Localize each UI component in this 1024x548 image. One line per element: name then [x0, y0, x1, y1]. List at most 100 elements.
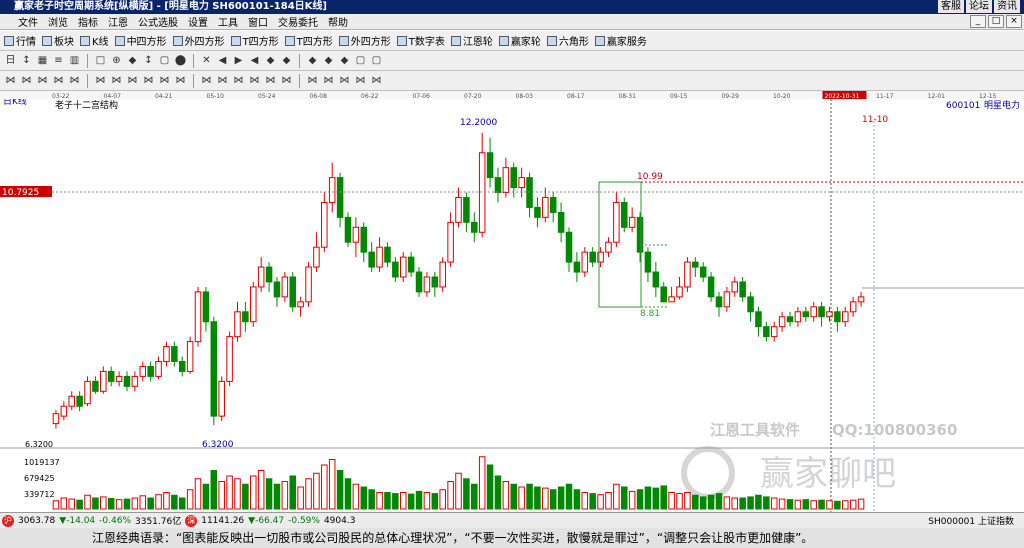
minimize-button[interactable]: _ [970, 15, 986, 28]
watermark-site: 赢家聊吧 [760, 454, 896, 494]
tool-button-icon[interactable]: ⬤ [174, 54, 187, 67]
tool-button-icon[interactable]: ⋈ [322, 74, 335, 87]
toolbar1-item[interactable]: 外四方形 [338, 33, 391, 48]
tool-button-icon[interactable]: ▦ [36, 54, 49, 67]
candle-body [770, 326, 778, 338]
stock-code: 600101 [946, 101, 980, 111]
volume-bar [763, 496, 770, 510]
volume-bar [557, 486, 565, 510]
tool-button-icon[interactable]: ⋈ [126, 74, 139, 87]
tool-button-icon[interactable]: ⋈ [20, 74, 33, 87]
tool-button-icon[interactable]: ⋈ [216, 74, 229, 87]
tool-button-icon[interactable]: 日 [4, 54, 17, 67]
toolbar1-item[interactable]: 板块 [42, 33, 74, 48]
forum-button[interactable]: 论坛 [966, 0, 992, 13]
maximize-button[interactable]: □ [988, 15, 1004, 28]
tool-button-icon[interactable]: ⋈ [306, 74, 319, 87]
tool-button-icon[interactable]: ⋈ [142, 74, 155, 87]
toolbar1-item[interactable]: T四方形 [230, 33, 279, 48]
candle-body [155, 360, 162, 377]
volume-bar [715, 493, 723, 510]
tool-button-icon[interactable]: ⋈ [110, 74, 123, 87]
menu-file[interactable]: 文件 [18, 14, 38, 29]
toolbar1-item[interactable]: 赢家轮 [498, 33, 541, 48]
tool-button-icon[interactable]: ↕ [142, 54, 155, 67]
toolbar-separator [193, 53, 194, 68]
toolbar1-item[interactable]: 赢家服务 [594, 33, 647, 48]
tool-button-icon[interactable]: ▶ [232, 54, 245, 67]
volume-bar [186, 489, 194, 510]
candle-body [376, 246, 383, 268]
toolbar1-item-label: 中四方形 [126, 37, 167, 48]
menu-gann[interactable]: 江恩 [108, 14, 128, 29]
tool-button-icon[interactable]: ⋈ [94, 74, 107, 87]
tool-button-icon[interactable]: ⋈ [370, 74, 383, 87]
tool-button-icon[interactable]: ⋈ [52, 74, 65, 87]
tool-button-icon[interactable]: ⊕ [110, 54, 123, 67]
toolbar1-item[interactable]: T四方形 [284, 33, 333, 48]
toolbar-separator [193, 73, 194, 88]
tool-button-icon[interactable]: □ [94, 54, 107, 67]
close-button[interactable]: × [1006, 15, 1022, 28]
support-button[interactable]: 客服 [938, 0, 964, 13]
tool-button-icon[interactable]: ⋈ [354, 74, 367, 87]
tool-button-icon[interactable]: ⋈ [200, 74, 213, 87]
toolbar1-item[interactable]: 六角形 [546, 33, 589, 48]
tool-button-icon[interactable]: ◆ [306, 54, 319, 67]
volume-bar [194, 478, 202, 510]
menu-indicator[interactable]: 指标 [78, 14, 98, 29]
menu-browse[interactable]: 浏览 [48, 14, 68, 29]
tool-button-icon[interactable]: ◆ [264, 54, 277, 67]
volume-bar [455, 472, 462, 510]
volume-bar [92, 497, 99, 510]
menu-tools[interactable]: 工具 [218, 14, 238, 29]
tool-button-icon[interactable]: ⋈ [248, 74, 261, 87]
tool-button-icon[interactable]: ⋈ [280, 74, 293, 87]
tool-button-icon[interactable]: ↕ [20, 54, 33, 67]
tool-button-icon[interactable]: ▥ [68, 54, 81, 67]
menu-formula[interactable]: 公式选股 [138, 14, 178, 29]
tool-button-icon[interactable]: ▢ [354, 54, 367, 67]
menu-trade[interactable]: 交易委托 [278, 14, 318, 29]
tool-button-icon[interactable]: ≡ [52, 54, 65, 67]
watermark-company: 江恩工具软件 [710, 421, 800, 439]
news-button[interactable]: 资讯 [994, 0, 1020, 13]
tool-button-icon[interactable]: ▢ [158, 54, 171, 67]
volume-bar [802, 499, 810, 510]
toolbar1-item[interactable]: T数字表 [396, 33, 445, 48]
menu-window[interactable]: 窗口 [248, 14, 268, 29]
tool-button-icon[interactable]: ⋈ [36, 74, 49, 87]
candle-body [178, 360, 186, 372]
volume-bar [849, 499, 857, 510]
tool-button-icon[interactable]: ⋈ [158, 74, 171, 87]
toolbar1-item[interactable]: 外四方形 [172, 33, 225, 48]
menu-settings[interactable]: 设置 [188, 14, 208, 29]
tool-button-icon[interactable]: ⋈ [4, 74, 17, 87]
menu-help[interactable]: 帮助 [328, 14, 348, 29]
tool-button-icon[interactable]: ◆ [338, 54, 351, 67]
toolbar1-item[interactable]: K线 [80, 33, 109, 48]
candle-body [273, 281, 281, 298]
toolbar1-item[interactable]: 江恩轮 [450, 33, 493, 48]
kline-chart[interactable]: 日K线 老子十二宫结构 600101 明星电力 江恩工具软件 QQ:100800… [0, 99, 1024, 512]
tool-button-icon[interactable]: ◆ [280, 54, 293, 67]
tool-button-icon[interactable]: ◆ [322, 54, 335, 67]
tool-button-icon[interactable]: ⋈ [232, 74, 245, 87]
toolbar1-item[interactable]: 行情 [4, 33, 36, 48]
tool-button-icon[interactable]: ⋈ [264, 74, 277, 87]
tool-button-icon[interactable]: ▢ [370, 54, 383, 67]
candle-body [731, 281, 739, 293]
tool-button-icon[interactable]: ◀ [248, 54, 261, 67]
tool-button-icon[interactable]: ⋈ [68, 74, 81, 87]
index-code[interactable]: SH000001 上证指数 [928, 514, 1014, 527]
tool-button-icon[interactable]: ✕ [200, 54, 213, 67]
tool-button-icon[interactable]: ⋈ [174, 74, 187, 87]
volume-bar [644, 486, 652, 510]
tool-button-icon[interactable]: ◀ [216, 54, 229, 67]
toolbar1-item[interactable]: 中四方形 [114, 33, 167, 48]
candle-body [557, 211, 565, 233]
tool-button-icon[interactable]: ◆ [126, 54, 139, 67]
tool-button-icon[interactable]: ⋈ [338, 74, 351, 87]
candle-body [384, 246, 391, 263]
watermark-qq: QQ:100800360 [832, 421, 957, 439]
